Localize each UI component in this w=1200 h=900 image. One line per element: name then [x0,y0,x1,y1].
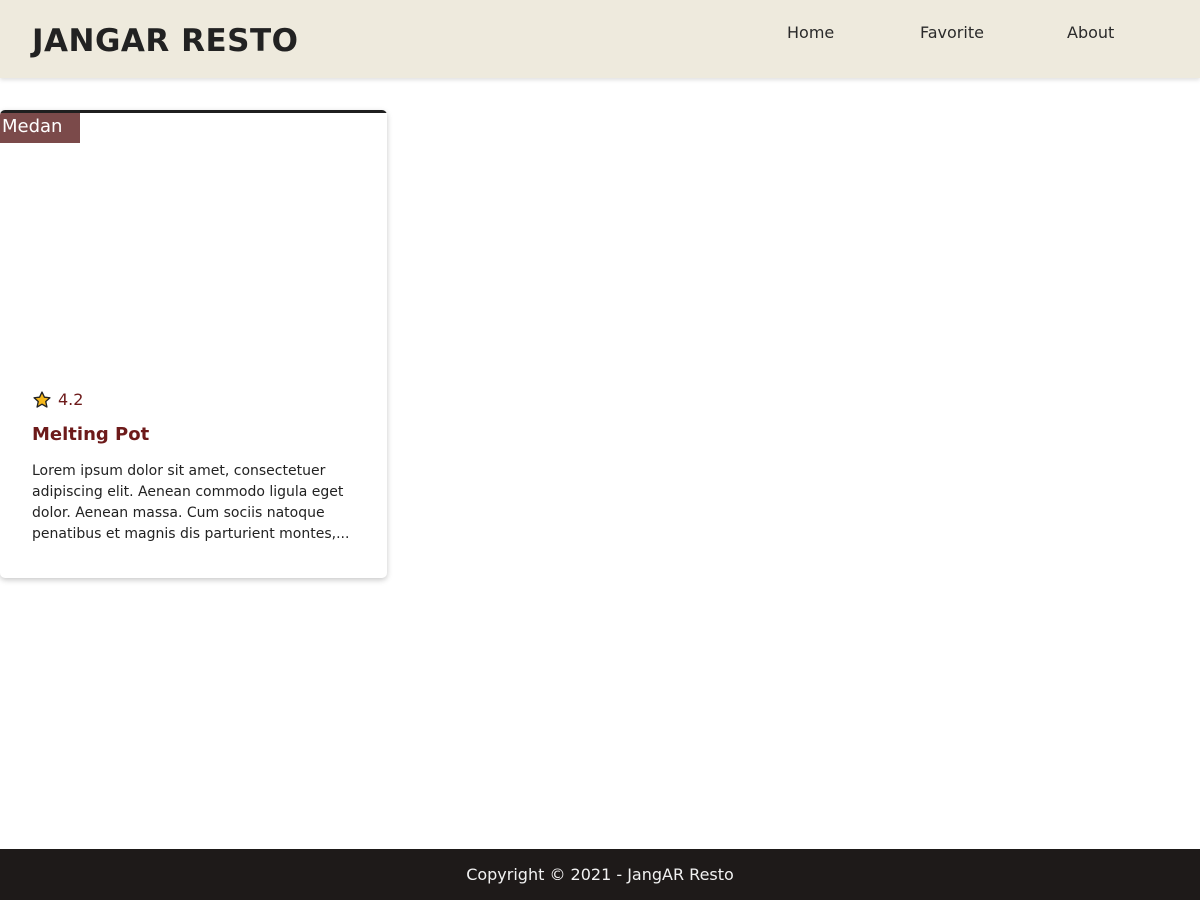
footer: Copyright © 2021 - JangAR Resto [0,849,1200,900]
description-line: adipiscing elit. Aenean commodo ligula e… [32,484,344,500]
description-line: penatibus et magnis dis parturient monte… [32,526,350,542]
nav-item-favorite: Favorite [920,0,984,66]
nav-item-about: About [1067,0,1114,66]
restaurant-rating: 4.2 [32,389,83,411]
nav-link-about[interactable]: About [1067,0,1114,66]
restaurant-name[interactable]: Melting Pot [32,423,149,447]
copyright-text: Copyright © 2021 - JangAR Resto [466,865,734,884]
app-bar: JANGAR RESTO Home Favorite About [0,0,1200,78]
nav-link-favorite[interactable]: Favorite [920,0,984,66]
restaurant-image [0,110,387,360]
restaurant-description: Lorem ipsum dolor sit amet, consectetuer… [32,461,360,545]
page: JANGAR RESTO Home Favorite About Medan 4… [0,0,1200,900]
description-line: dolor. Aenean massa. Cum sociis natoque [32,505,325,521]
brand-title: JANGAR RESTO [32,23,299,59]
rating-value: 4.2 [58,390,84,409]
nav-item-home: Home [787,0,834,66]
city-badge: Medan [0,113,80,143]
star-icon [32,390,52,410]
nav-link-home[interactable]: Home [787,0,834,66]
restaurant-card[interactable]: Medan 4.2 Melting Pot Lorem ipsum dolor … [0,110,387,578]
description-line: Lorem ipsum dolor sit amet, consectetuer [32,463,326,479]
